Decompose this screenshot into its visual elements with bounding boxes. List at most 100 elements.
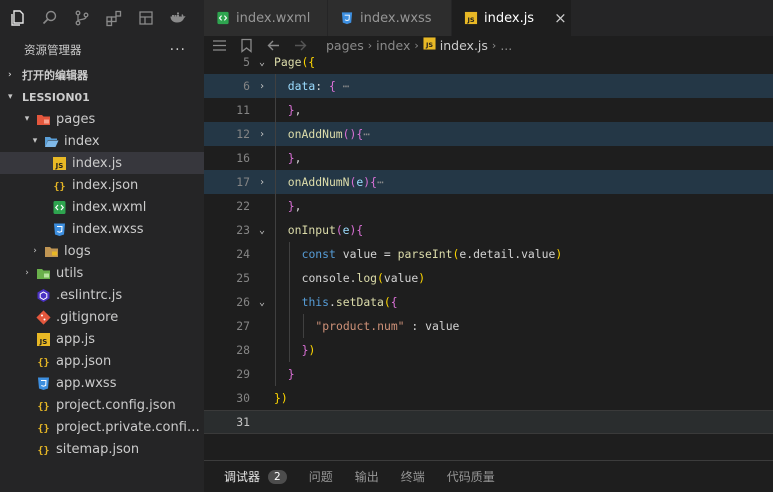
explorer-sidebar: 资源管理器 ··· › 打开的编辑器 ▾ LESSION01 ▾ pages ▾ in…: [0, 36, 204, 492]
line-number: 17: [236, 175, 250, 189]
tree-item[interactable]: › logs: [0, 240, 204, 262]
line-number: 30: [236, 391, 250, 405]
code-token: onAddNum: [287, 127, 343, 141]
more-actions-icon[interactable]: ···: [170, 42, 186, 58]
source-control-icon[interactable]: [73, 9, 91, 27]
tree-item[interactable]: index.wxss: [0, 218, 204, 240]
code-line[interactable]: 6 › data: { ⋯: [204, 74, 773, 98]
code-token: value: [383, 271, 419, 285]
fold-collapsed-icon[interactable]: ›: [250, 129, 274, 140]
code-line[interactable]: 12 › onAddNum(){⋯: [204, 122, 773, 146]
tree-item-label: app.wxss: [56, 375, 117, 391]
code-token: onInput: [287, 223, 336, 237]
code-text: },: [274, 103, 302, 117]
code-token: {: [328, 79, 336, 93]
tree-item-label: .eslintrc.js: [56, 287, 123, 303]
code-line[interactable]: 23 ⌄ onInput(e){: [204, 218, 773, 242]
fold-collapsed-icon[interactable]: ›: [250, 81, 274, 92]
code-line[interactable]: 11},: [204, 98, 773, 122]
js-file-icon: JS: [464, 11, 478, 25]
code-token: ,: [294, 199, 302, 213]
tree-item-label: index.js: [72, 155, 123, 171]
extensions-icon[interactable]: [105, 9, 123, 27]
fold-expanded-icon[interactable]: ⌄: [250, 297, 274, 308]
code-editor[interactable]: 5 ⌄ Page({6 › data: { ⋯ 11}, 12 › onAddNum(){⋯ 16…: [204, 54, 773, 460]
explorer-header: 资源管理器 ···: [0, 36, 204, 64]
tree-item[interactable]: {} index.json: [0, 174, 204, 196]
tab-problems[interactable]: 问题: [309, 468, 333, 485]
pages-folder-icon: [35, 111, 51, 127]
code-text: },: [274, 151, 302, 165]
tree-item-label: sitemap.json: [56, 441, 140, 457]
files-icon[interactable]: [9, 9, 27, 27]
chevron-down-icon: ▾: [8, 92, 13, 102]
code-token: ⋯: [335, 79, 350, 93]
code-text: }: [274, 367, 295, 381]
tree-item[interactable]: {} app.json: [0, 350, 204, 372]
line-number: 23: [236, 223, 250, 237]
code-line[interactable]: 22},: [204, 194, 773, 218]
fold-expanded-icon[interactable]: ⌄: [250, 57, 274, 68]
docker-icon[interactable]: [169, 9, 187, 27]
tab-index-js[interactable]: JS index.js ×: [452, 0, 572, 36]
code-token: data: [287, 79, 316, 93]
remote-icon[interactable]: [137, 9, 155, 27]
chevron-right-icon: ›: [8, 70, 12, 80]
code-text: }): [274, 391, 288, 405]
code-token: ): [555, 247, 563, 261]
tree-item[interactable]: JS index.js: [0, 152, 204, 174]
tree-item[interactable]: .eslintrc.js: [0, 284, 204, 306]
tree-item[interactable]: JS app.js: [0, 328, 204, 350]
svg-text:{}: {}: [37, 423, 49, 434]
open-editors-section[interactable]: › 打开的编辑器: [0, 64, 204, 86]
close-icon[interactable]: ×: [554, 9, 567, 27]
tab-code-quality[interactable]: 代码质量: [447, 468, 495, 485]
svg-text:{}: {}: [53, 181, 65, 192]
line-number: 28: [236, 343, 250, 357]
tree-item[interactable]: {} sitemap.json: [0, 438, 204, 460]
wxml-file-icon: [51, 199, 67, 215]
project-section[interactable]: ▾ LESSION01: [0, 86, 204, 108]
fold-collapsed-icon[interactable]: ›: [250, 177, 274, 188]
tab-label: index.js: [484, 10, 535, 26]
tree-item[interactable]: app.wxss: [0, 372, 204, 394]
folder-open-icon: [43, 133, 59, 149]
code-token: ): [418, 271, 426, 285]
problem-count-badge: 2: [268, 469, 287, 484]
tab-terminal[interactable]: 终端: [401, 468, 425, 485]
tab-index-wxss[interactable]: index.wxss: [328, 0, 452, 36]
code-line[interactable]: 16},: [204, 146, 773, 170]
line-number: 11: [236, 103, 250, 117]
tree-item[interactable]: › utils: [0, 262, 204, 284]
tree-item-label: index: [64, 133, 100, 149]
code-token: e.detail.value: [459, 247, 556, 261]
search-icon[interactable]: [41, 9, 59, 27]
code-line[interactable]: 30}): [204, 386, 773, 410]
code-line[interactable]: 17 › onAddNumN(e){⋯: [204, 170, 773, 194]
tree-item[interactable]: {} project.config.json: [0, 394, 204, 416]
tab-output[interactable]: 输出: [355, 468, 379, 485]
tree-item[interactable]: index.wxml: [0, 196, 204, 218]
explorer-title: 资源管理器: [24, 43, 82, 57]
json-file-icon: {}: [35, 353, 51, 369]
code-text: console.log(value): [274, 271, 425, 285]
tree-item[interactable]: ▾ pages: [0, 108, 204, 130]
fold-expanded-icon[interactable]: ⌄: [250, 225, 274, 236]
svg-text:JS: JS: [466, 16, 474, 24]
editor-tabs: index.wxml index.wxss JS index.js ×: [204, 0, 773, 36]
js-file-icon: JS: [51, 155, 67, 171]
line-number: 16: [236, 151, 250, 165]
tree-item[interactable]: {} project.private.config.js...: [0, 416, 204, 438]
code-line[interactable]: 29}: [204, 362, 773, 386]
tree-item-label: index.wxml: [72, 199, 147, 215]
code-line[interactable]: 31: [204, 410, 773, 434]
code-line[interactable]: 5 ⌄ Page({: [204, 50, 773, 74]
indent-guide: [288, 242, 290, 362]
tab-debugger[interactable]: 调试器 2: [224, 468, 287, 485]
tree-item[interactable]: .gitignore: [0, 306, 204, 328]
code-token: {: [370, 175, 377, 189]
tree-item[interactable]: ▾ index: [0, 130, 204, 152]
file-tree: ▾ pages ▾ index JS index.js {} index.json index.…: [0, 108, 204, 460]
tab-index-wxml[interactable]: index.wxml: [204, 0, 328, 36]
code-token: this: [301, 295, 330, 309]
